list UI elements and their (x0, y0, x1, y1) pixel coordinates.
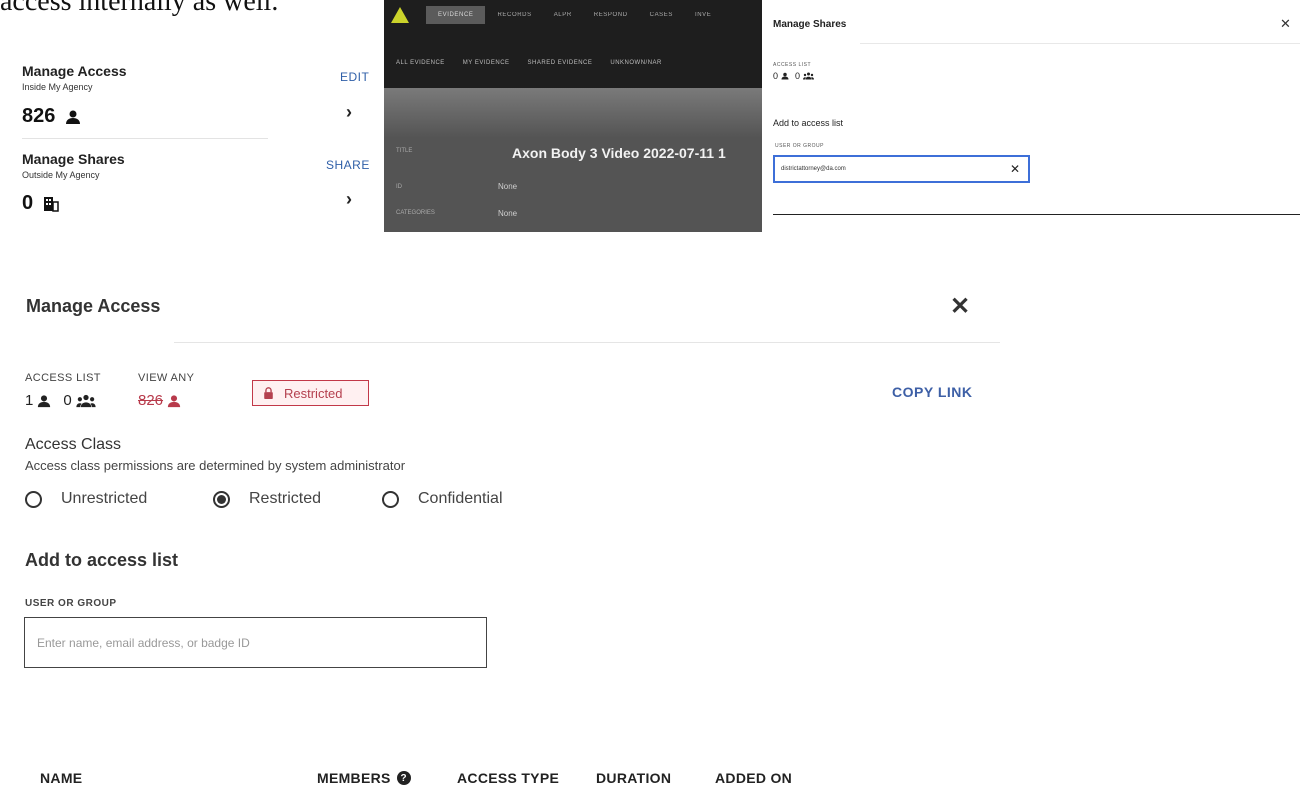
main-nav: EVIDENCE RECORDS ALPR RESPOND CASES INVE (426, 5, 711, 25)
subnav-unknown[interactable]: UNKNOWN/NAR (610, 60, 662, 66)
nav-evidence[interactable]: EVIDENCE (426, 6, 486, 24)
shares-count-value: 0 (22, 192, 34, 214)
person-icon (66, 110, 81, 124)
close-icon[interactable]: ✕ (950, 292, 970, 321)
help-icon[interactable]: ? (396, 771, 411, 785)
dialog-title: Manage Access (26, 296, 161, 316)
field-value-id: None (498, 182, 518, 191)
header-shadow (384, 88, 762, 138)
sub-nav: ALL EVIDENCE MY EVIDENCE SHARED EVIDENCE… (396, 60, 662, 66)
nav-investigate[interactable]: INVE (695, 12, 711, 18)
shares-field-label: USER OR GROUP (775, 143, 825, 149)
nav-respond[interactable]: RESPOND (594, 12, 628, 18)
group-icon (803, 72, 815, 80)
app-header: EVIDENCE RECORDS ALPR RESPOND CASES INVE… (384, 0, 762, 88)
restricted-badge-label: Restricted (284, 385, 343, 401)
radio-button[interactable] (25, 490, 42, 508)
shares-counts: 0 0 (773, 71, 815, 81)
radio-confidential[interactable]: Confidential (382, 490, 503, 508)
axon-logo-icon (391, 7, 409, 23)
manage-shares-heading: Manage Shares (22, 151, 125, 167)
nav-records[interactable]: RECORDS (497, 12, 531, 18)
radio-restricted[interactable]: Restricted (213, 490, 321, 508)
view-any-value: 826 (138, 392, 164, 409)
add-to-access-heading: Add to access list (25, 550, 179, 570)
group-count: 0 (63, 392, 72, 409)
shares-add-heading: Add to access list (773, 118, 844, 128)
shares-count: 0 (22, 192, 59, 215)
lock-icon (264, 387, 273, 399)
building-icon (44, 196, 59, 212)
share-link[interactable]: SHARE (326, 158, 370, 172)
divider (860, 43, 1300, 44)
shares-dialog-title: Manage Shares (773, 19, 847, 30)
evidence-app-window: EVIDENCE RECORDS ALPR RESPOND CASES INVE… (384, 0, 762, 232)
edit-access-link[interactable]: EDIT (340, 70, 369, 84)
access-class-description: Access class permissions are determined … (25, 458, 406, 473)
radio-button-selected[interactable] (213, 490, 230, 508)
nav-alpr[interactable]: ALPR (554, 12, 572, 18)
field-value-categories: None (498, 209, 518, 218)
chevron-right-icon[interactable]: › (346, 189, 352, 210)
column-header-members[interactable]: MEMBERS ? (317, 770, 411, 786)
person-icon (38, 394, 51, 407)
radio-unrestricted[interactable]: Unrestricted (25, 490, 147, 508)
access-class-heading: Access Class (25, 436, 122, 453)
field-label-id: ID (396, 184, 402, 190)
view-any-label: VIEW ANY (138, 372, 195, 384)
access-count: 826 (22, 105, 81, 128)
shares-group-count: 0 (795, 71, 801, 81)
radio-button[interactable] (382, 490, 399, 508)
shares-access-list-label: ACCESS LIST (773, 62, 812, 68)
nav-cases[interactable]: CASES (650, 12, 673, 18)
column-header-access-type[interactable]: ACCESS TYPE (457, 770, 559, 786)
user-search-field[interactable] (24, 617, 487, 668)
user-count: 1 (25, 392, 34, 409)
evidence-title: Axon Body 3 Video 2022-07-11 1 (512, 145, 726, 161)
divider (22, 138, 268, 139)
document-text: access internally as well. (0, 0, 279, 17)
copy-link-button[interactable]: COPY LINK (892, 384, 972, 400)
shares-user-input[interactable]: districtattorney@da.com ✕ (773, 155, 1030, 183)
access-count-value: 826 (22, 105, 56, 127)
column-header-added-on[interactable]: ADDED ON (715, 770, 792, 786)
person-icon (167, 394, 181, 407)
manage-shares-subtitle: Outside My Agency (22, 170, 100, 180)
radio-label-restricted: Restricted (249, 490, 322, 507)
person-icon (781, 72, 789, 80)
manage-access-heading: Manage Access (22, 63, 127, 79)
column-header-members-label: MEMBERS (317, 770, 391, 786)
column-header-name[interactable]: NAME (40, 770, 82, 786)
subnav-all-evidence[interactable]: ALL EVIDENCE (396, 60, 445, 66)
subnav-my-evidence[interactable]: MY EVIDENCE (463, 60, 510, 66)
view-any-count: 826 (138, 392, 181, 409)
clear-icon[interactable]: ✕ (1010, 162, 1020, 176)
chevron-right-icon[interactable]: › (346, 102, 352, 123)
subnav-shared-evidence[interactable]: SHARED EVIDENCE (528, 60, 593, 66)
shares-input-value: districtattorney@da.com (781, 166, 846, 172)
shares-user-count: 0 (773, 71, 779, 81)
close-icon[interactable]: ✕ (1280, 16, 1291, 32)
divider (773, 214, 1300, 215)
access-list-counts: 1 0 (25, 392, 96, 409)
field-label-categories: CATEGORIES (396, 210, 435, 216)
radio-label-confidential: Confidential (418, 490, 503, 507)
access-list-label: ACCESS LIST (25, 372, 101, 384)
column-header-duration[interactable]: DURATION (596, 770, 671, 786)
restricted-badge: Restricted (252, 380, 369, 406)
group-icon (76, 394, 96, 407)
field-label-title: TITLE (396, 148, 413, 154)
user-or-group-label: USER OR GROUP (25, 598, 117, 609)
manage-access-subtitle: Inside My Agency (22, 82, 93, 92)
user-search-input[interactable] (25, 618, 486, 667)
divider (174, 342, 1000, 343)
radio-label-unrestricted: Unrestricted (61, 490, 148, 507)
